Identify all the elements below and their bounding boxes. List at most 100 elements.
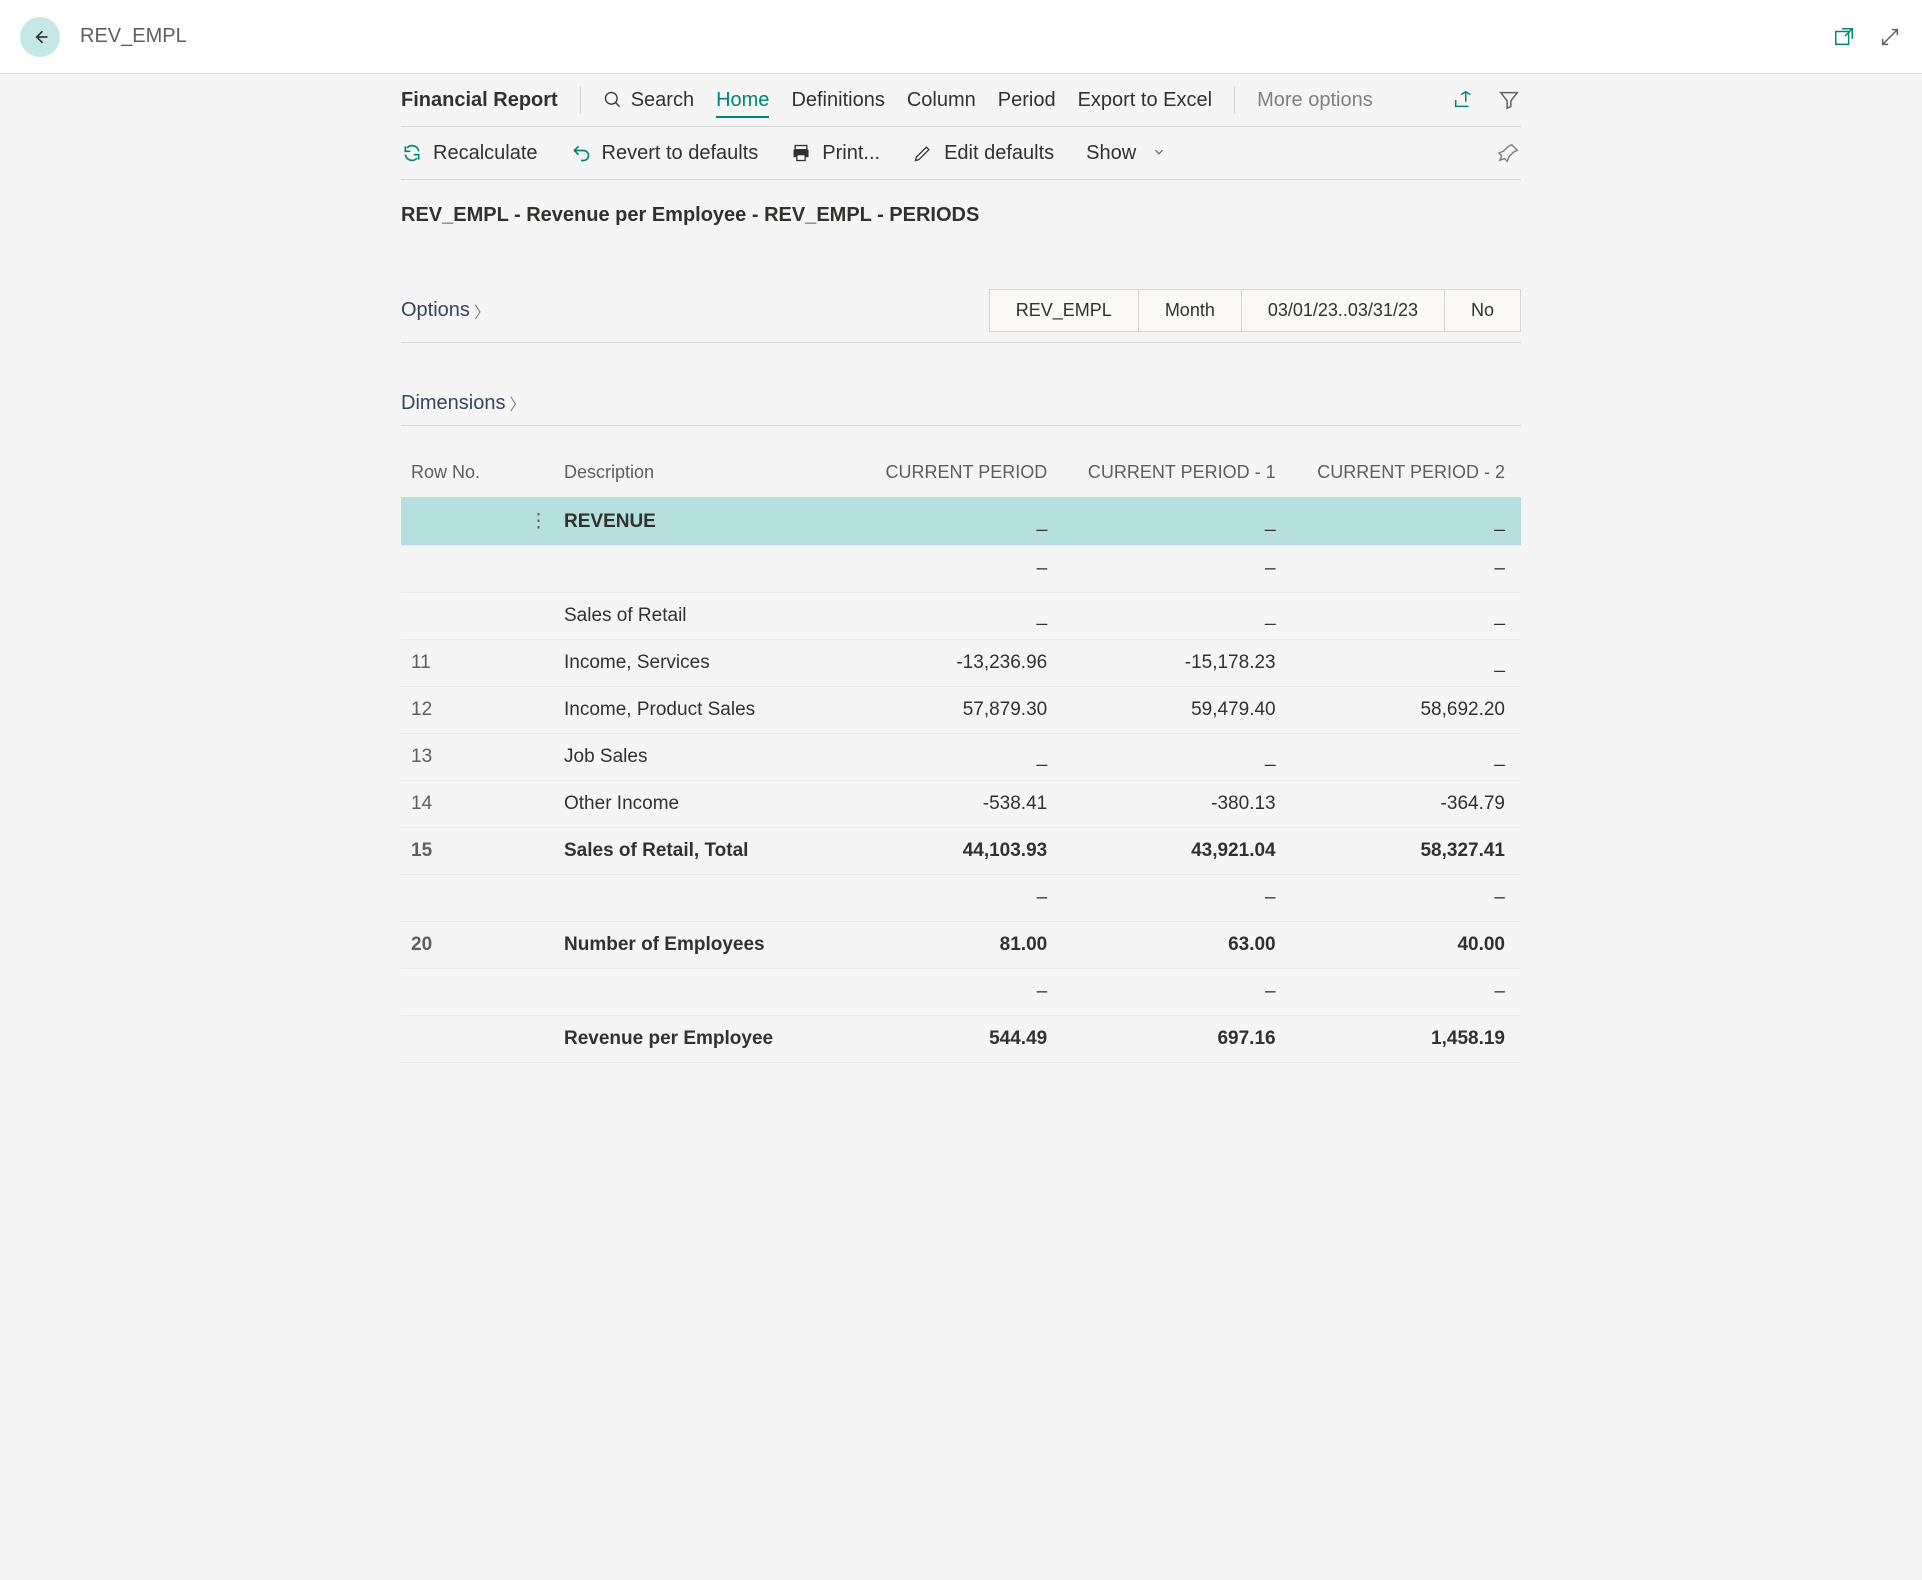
cell-value: _ bbox=[1284, 640, 1521, 687]
col-current[interactable]: CURRENT PERIOD bbox=[856, 450, 1055, 498]
share-button[interactable] bbox=[1451, 88, 1475, 112]
back-button[interactable] bbox=[20, 17, 60, 57]
cell-value: 43,921.04 bbox=[1055, 828, 1283, 875]
option-box-date-range[interactable]: 03/01/23..03/31/23 bbox=[1242, 289, 1445, 332]
edit-defaults-button[interactable]: Edit defaults bbox=[912, 142, 1054, 165]
cell-rowno: 13 bbox=[401, 734, 521, 781]
cell-value: 697.16 bbox=[1055, 1016, 1283, 1063]
cell-value: 81.00 bbox=[856, 922, 1055, 969]
col-current-1[interactable]: CURRENT PERIOD - 1 bbox=[1055, 450, 1283, 498]
table-row[interactable]: Revenue per Employee544.49697.161,458.19 bbox=[401, 1016, 1521, 1063]
print-icon bbox=[790, 142, 812, 164]
cell-description: Number of Employees bbox=[556, 922, 856, 969]
tab-home[interactable]: Home bbox=[716, 89, 769, 118]
cell-value: – bbox=[1284, 969, 1521, 1016]
cell-value: 59,479.40 bbox=[1055, 687, 1283, 734]
edit-icon bbox=[912, 142, 934, 164]
cell-rowno bbox=[401, 593, 521, 640]
table-row[interactable]: 14Other Income-538.41-380.13-364.79 bbox=[401, 781, 1521, 828]
chevron-down-icon bbox=[1152, 142, 1166, 165]
cell-value: – bbox=[856, 875, 1055, 922]
option-box-flag[interactable]: No bbox=[1445, 289, 1521, 332]
cell-value: -364.79 bbox=[1284, 781, 1521, 828]
cell-value: – bbox=[1284, 875, 1521, 922]
cell-rowno: 12 bbox=[401, 687, 521, 734]
cell-value: _ bbox=[1055, 734, 1283, 781]
print-button[interactable]: Print... bbox=[790, 142, 880, 165]
row-menu-button bbox=[521, 1016, 556, 1063]
tab-period[interactable]: Period bbox=[998, 89, 1056, 112]
popout-button[interactable] bbox=[1832, 25, 1856, 49]
option-box-report[interactable]: REV_EMPL bbox=[989, 289, 1139, 332]
tab-column[interactable]: Column bbox=[907, 89, 976, 112]
print-label: Print... bbox=[822, 142, 880, 165]
cell-value: 58,327.41 bbox=[1284, 828, 1521, 875]
share-icon bbox=[1452, 89, 1474, 111]
table-row[interactable]: ––– bbox=[401, 546, 1521, 593]
cell-value: _ bbox=[1284, 593, 1521, 640]
revert-button[interactable]: Revert to defaults bbox=[570, 142, 759, 165]
table-row[interactable]: 13Job Sales___ bbox=[401, 734, 1521, 781]
cell-value: – bbox=[1055, 875, 1283, 922]
cell-value: _ bbox=[1284, 498, 1521, 546]
table-row[interactable]: ––– bbox=[401, 969, 1521, 1016]
table-row[interactable]: ⋮REVENUE___ bbox=[401, 498, 1521, 546]
menu-divider bbox=[580, 86, 581, 114]
cell-rowno bbox=[401, 875, 521, 922]
expand-icon bbox=[1879, 26, 1901, 48]
col-menu bbox=[521, 450, 556, 498]
cell-value: – bbox=[1055, 969, 1283, 1016]
export-excel-button[interactable]: Export to Excel bbox=[1078, 89, 1213, 112]
more-options-button[interactable]: More options bbox=[1257, 89, 1373, 112]
title-actions bbox=[1832, 25, 1902, 49]
table-row[interactable]: 15Sales of Retail, Total44,103.9343,921.… bbox=[401, 828, 1521, 875]
col-current-2[interactable]: CURRENT PERIOD - 2 bbox=[1284, 450, 1521, 498]
table-row[interactable]: 11Income, Services-13,236.96-15,178.23_ bbox=[401, 640, 1521, 687]
table-row[interactable]: 12Income, Product Sales57,879.3059,479.4… bbox=[401, 687, 1521, 734]
col-description[interactable]: Description bbox=[556, 450, 856, 498]
cell-rowno bbox=[401, 546, 521, 593]
col-rowno[interactable]: Row No. bbox=[401, 450, 521, 498]
cell-rowno bbox=[401, 498, 521, 546]
pin-icon bbox=[1498, 142, 1520, 164]
cell-value: _ bbox=[856, 734, 1055, 781]
cell-value: – bbox=[856, 546, 1055, 593]
option-box-period-type[interactable]: Month bbox=[1139, 289, 1242, 332]
cell-value: – bbox=[856, 969, 1055, 1016]
cell-value: -15,178.23 bbox=[1055, 640, 1283, 687]
cell-value: -380.13 bbox=[1055, 781, 1283, 828]
chevron-right-icon: 〉 bbox=[509, 391, 525, 415]
cell-value: _ bbox=[856, 498, 1055, 546]
expand-button[interactable] bbox=[1878, 25, 1902, 49]
cell-rowno: 20 bbox=[401, 922, 521, 969]
row-menu-button[interactable]: ⋮ bbox=[521, 498, 556, 546]
options-toggle[interactable]: Options 〉 bbox=[401, 299, 490, 323]
cell-description: Sales of Retail bbox=[556, 593, 856, 640]
search-label: Search bbox=[631, 89, 694, 112]
tab-definitions[interactable]: Definitions bbox=[791, 89, 884, 112]
cell-value: 58,692.20 bbox=[1284, 687, 1521, 734]
cell-description: Revenue per Employee bbox=[556, 1016, 856, 1063]
row-menu-button bbox=[521, 969, 556, 1016]
dimensions-toggle[interactable]: Dimensions 〉 bbox=[401, 381, 1521, 426]
arrow-left-icon bbox=[30, 27, 50, 47]
cell-value: 63.00 bbox=[1055, 922, 1283, 969]
table-row[interactable]: Sales of Retail___ bbox=[401, 593, 1521, 640]
cell-rowno bbox=[401, 1016, 521, 1063]
search-button[interactable]: Search bbox=[603, 89, 694, 112]
cell-description: Job Sales bbox=[556, 734, 856, 781]
table-row[interactable]: ––– bbox=[401, 875, 1521, 922]
pin-button[interactable] bbox=[1497, 141, 1521, 165]
recalculate-button[interactable]: Recalculate bbox=[401, 142, 538, 165]
filter-button[interactable] bbox=[1497, 88, 1521, 112]
cell-value: – bbox=[1055, 546, 1283, 593]
row-menu-button bbox=[521, 875, 556, 922]
report-title: Financial Report bbox=[401, 89, 558, 112]
revert-label: Revert to defaults bbox=[602, 142, 759, 165]
cell-value: _ bbox=[1055, 498, 1283, 546]
row-menu-button bbox=[521, 546, 556, 593]
table-row[interactable]: 20Number of Employees81.0063.0040.00 bbox=[401, 922, 1521, 969]
show-dropdown[interactable]: Show bbox=[1086, 142, 1166, 165]
show-label: Show bbox=[1086, 142, 1136, 165]
toolbar: Recalculate Revert to defaults Print... … bbox=[401, 127, 1521, 180]
